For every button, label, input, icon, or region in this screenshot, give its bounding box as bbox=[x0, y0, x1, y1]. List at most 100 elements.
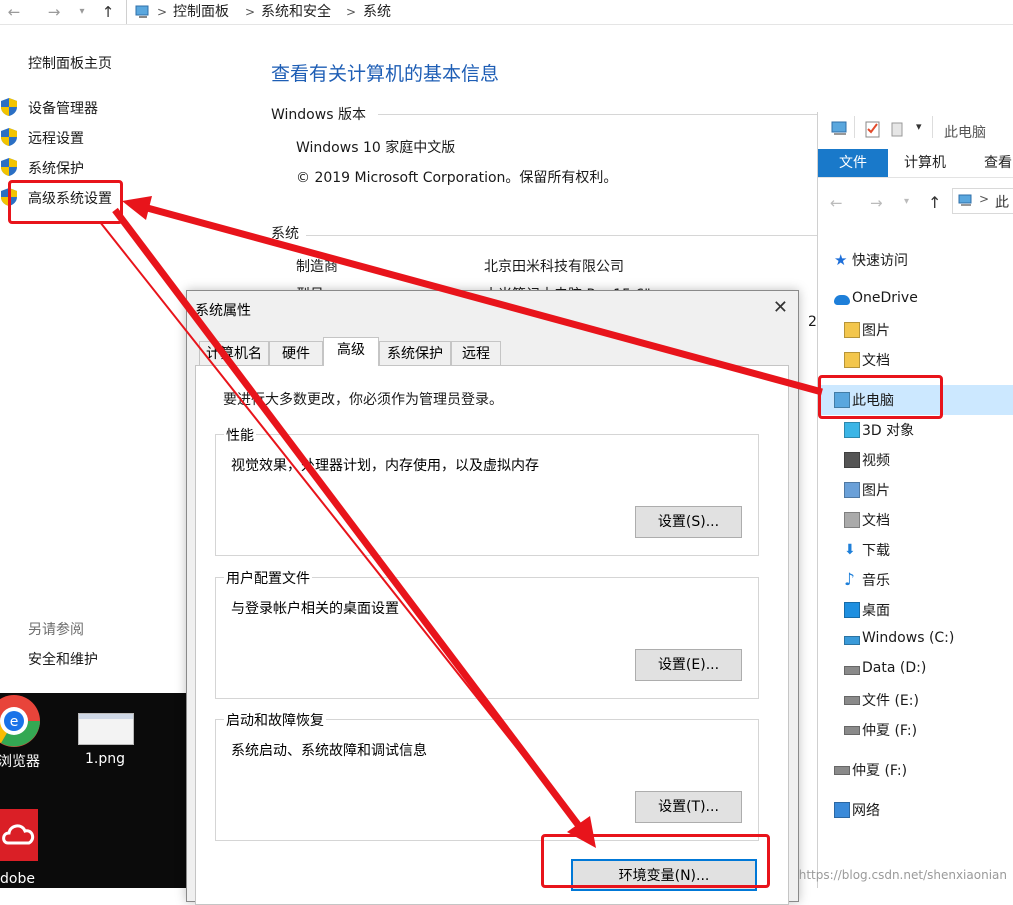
properties-icon[interactable] bbox=[864, 120, 882, 138]
adobe-cloud-icon[interactable] bbox=[0, 809, 38, 861]
png-file-thumbnail[interactable] bbox=[78, 713, 134, 745]
group-label: 性能 bbox=[224, 425, 256, 445]
dialog-title: 系统属性 bbox=[195, 303, 251, 319]
breadcrumb-separator: > bbox=[979, 192, 990, 206]
group-description: 视觉效果，处理器计划，内存使用，以及虚拟内存 bbox=[231, 458, 539, 474]
desktop-area: e 浏览器 1.png dobe bbox=[0, 693, 186, 888]
control-panel-icon bbox=[135, 5, 149, 18]
picture-icon bbox=[844, 482, 860, 498]
tab-computer-name[interactable]: 计算机名 bbox=[199, 341, 269, 365]
startup-recovery-settings-button[interactable]: 设置(T)... bbox=[635, 791, 742, 823]
address-partial: 此 bbox=[995, 195, 1009, 211]
watermark-text: https://blog.csdn.net/shenxiaonian bbox=[798, 868, 1007, 882]
breadcrumb-system-security[interactable]: 系统和安全 bbox=[261, 2, 331, 22]
drive-icon bbox=[844, 666, 860, 675]
nav-item[interactable]: 仲夏 (F:) bbox=[852, 760, 907, 780]
nav-item[interactable]: 文档 bbox=[862, 510, 890, 530]
copyright-text: © 2019 Microsoft Corporation。保留所有权利。 bbox=[296, 170, 618, 186]
manufacturer-value: 北京田米科技有限公司 bbox=[484, 259, 624, 275]
nav-item[interactable]: Windows (C:) bbox=[862, 630, 954, 646]
browser-icon-label: 浏览器 bbox=[0, 754, 40, 770]
document-icon bbox=[844, 512, 860, 528]
performance-settings-button[interactable]: 设置(S)... bbox=[635, 506, 742, 538]
folder-icon bbox=[844, 322, 860, 338]
download-icon: ⬇ bbox=[844, 542, 856, 558]
nav-item[interactable]: 图片 bbox=[862, 320, 890, 340]
advanced-tab-page: 要进行大多数更改，你必须作为管理员登录。 性能 视觉效果，处理器计划，内存使用，… bbox=[195, 365, 789, 905]
annotation-box-env-vars bbox=[541, 834, 770, 888]
forward-button[interactable]: → bbox=[870, 194, 883, 212]
system-properties-dialog: 系统属性 ✕ 计算机名 硬件 高级 系统保护 远程 要进行大多数更改，你必须作为… bbox=[186, 290, 799, 905]
nav-item[interactable]: 3D 对象 bbox=[862, 420, 914, 440]
nav-item[interactable]: OneDrive bbox=[852, 290, 918, 306]
computer-icon bbox=[831, 121, 847, 135]
nav-item[interactable]: 下载 bbox=[862, 540, 890, 560]
admin-note: 要进行大多数更改，你必须作为管理员登录。 bbox=[223, 392, 503, 408]
security-maintenance-link[interactable]: 安全和维护 bbox=[28, 649, 98, 669]
breadcrumb-separator: > bbox=[346, 5, 357, 19]
address-divider bbox=[126, 0, 127, 24]
page-title: 查看有关计算机的基本信息 bbox=[271, 63, 500, 85]
system-protection-link[interactable]: 系统保护 bbox=[28, 158, 84, 178]
control-panel-home-link[interactable]: 控制面板主页 bbox=[28, 53, 112, 73]
tab-remote[interactable]: 远程 bbox=[451, 341, 501, 365]
desktop-icon bbox=[844, 602, 860, 618]
new-folder-icon[interactable] bbox=[890, 120, 906, 138]
nav-item[interactable]: 文档 bbox=[862, 350, 890, 370]
system-heading: 系统 bbox=[271, 226, 299, 242]
ribbon-computer-tab[interactable]: 计算机 bbox=[904, 149, 946, 177]
ribbon-file-tab[interactable]: 文件 bbox=[818, 149, 888, 177]
performance-group: 性能 视觉效果，处理器计划，内存使用，以及虚拟内存 设置(S)... bbox=[215, 425, 759, 556]
up-button[interactable]: ↑ bbox=[928, 193, 941, 212]
window-title: 此电脑 bbox=[944, 125, 986, 141]
group-description: 系统启动、系统故障和调试信息 bbox=[231, 743, 427, 759]
tab-system-protection[interactable]: 系统保护 bbox=[379, 341, 451, 365]
user-profiles-settings-button[interactable]: 设置(E)... bbox=[635, 649, 742, 681]
music-icon: ♪ bbox=[844, 570, 855, 590]
ribbon-view-tab[interactable]: 查看 bbox=[984, 149, 1012, 177]
user-profiles-group: 用户配置文件 与登录帐户相关的桌面设置 设置(E)... bbox=[215, 568, 759, 699]
uac-shield-icon bbox=[1, 158, 17, 176]
film-icon bbox=[844, 452, 860, 468]
up-button[interactable]: ↑ bbox=[98, 2, 118, 22]
nav-item[interactable]: 仲夏 (F:) bbox=[862, 720, 917, 740]
png-file-label: 1.png bbox=[85, 751, 126, 767]
usb-drive-icon bbox=[844, 726, 860, 735]
device-manager-link[interactable]: 设备管理器 bbox=[28, 98, 98, 118]
drive-icon bbox=[844, 696, 860, 705]
history-dropdown-icon[interactable]: ▾ bbox=[904, 196, 909, 207]
nav-item[interactable]: 文件 (E:) bbox=[862, 690, 919, 710]
breadcrumb-system[interactable]: 系统 bbox=[363, 2, 391, 22]
nav-item[interactable]: 网络 bbox=[852, 800, 880, 820]
close-icon[interactable]: ✕ bbox=[773, 297, 788, 318]
section-divider bbox=[378, 114, 818, 115]
remote-settings-link[interactable]: 远程设置 bbox=[28, 128, 84, 148]
breadcrumb-control-panel[interactable]: 控制面板 bbox=[173, 2, 229, 22]
toolbar-divider bbox=[854, 116, 855, 138]
tab-advanced[interactable]: 高级 bbox=[323, 337, 379, 366]
history-dropdown-icon[interactable]: ▾ bbox=[72, 2, 92, 22]
quick-access-dropdown-icon[interactable]: ▾ bbox=[916, 120, 922, 133]
tab-hardware[interactable]: 硬件 bbox=[269, 341, 323, 365]
nav-item[interactable]: 视频 bbox=[862, 450, 890, 470]
nav-item[interactable]: 音乐 bbox=[862, 570, 890, 590]
nav-item[interactable]: 图片 bbox=[862, 480, 890, 500]
annotation-box-advanced-settings bbox=[8, 180, 123, 224]
forward-button[interactable]: → bbox=[44, 2, 64, 22]
star-icon: ★ bbox=[834, 251, 848, 269]
partial-info-text: 2 bbox=[808, 314, 817, 330]
nav-item[interactable]: 快速访问 bbox=[852, 250, 908, 270]
computer-icon bbox=[958, 194, 972, 206]
windows-edition-heading: Windows 版本 bbox=[271, 107, 366, 123]
explorer-address-box[interactable]: > 此 bbox=[952, 188, 1013, 214]
uac-shield-icon bbox=[1, 128, 17, 146]
group-label: 启动和故障恢复 bbox=[224, 710, 326, 730]
back-button[interactable]: ← bbox=[830, 194, 843, 212]
back-button[interactable]: ← bbox=[4, 2, 24, 22]
drive-windows-icon bbox=[844, 636, 860, 645]
startup-recovery-group: 启动和故障恢复 系统启动、系统故障和调试信息 设置(T)... bbox=[215, 710, 759, 841]
nav-item[interactable]: Data (D:) bbox=[862, 660, 926, 676]
nav-item[interactable]: 桌面 bbox=[862, 600, 890, 620]
uac-shield-icon bbox=[1, 98, 17, 116]
browser-icon[interactable]: e bbox=[0, 693, 42, 749]
